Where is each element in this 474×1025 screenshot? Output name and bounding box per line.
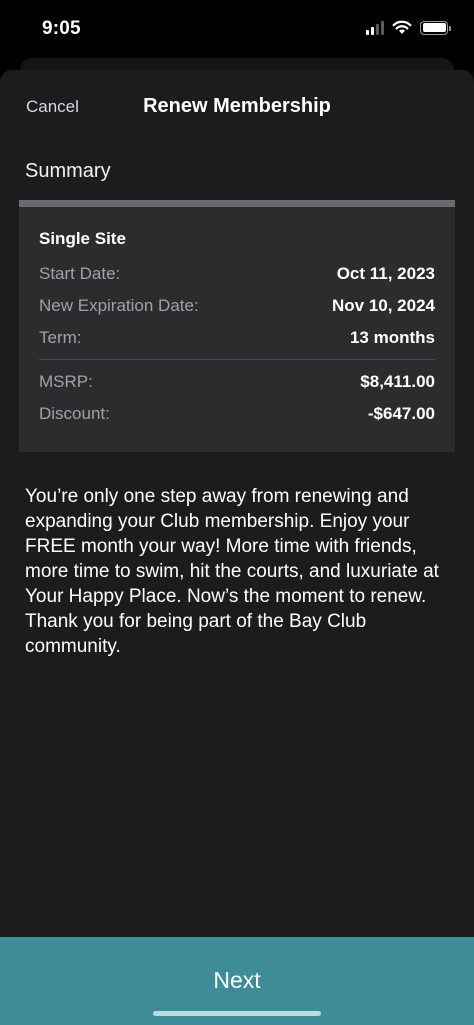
summary-card: Single Site Start Date: Oct 11, 2023 New…	[19, 200, 455, 452]
home-indicator	[153, 1011, 321, 1016]
page-title: Renew Membership	[143, 95, 331, 117]
row-value: Oct 11, 2023	[336, 264, 435, 283]
status-icons	[366, 20, 451, 35]
row-value: -$647.00	[367, 404, 435, 423]
expiration-date-row: New Expiration Date: Nov 10, 2024	[39, 295, 435, 317]
row-label: New Expiration Date:	[39, 296, 199, 315]
nav-header: Cancel Renew Membership	[0, 92, 474, 124]
row-value: Nov 10, 2024	[331, 296, 435, 315]
msrp-row: MSRP: $8,411.00	[39, 371, 435, 393]
row-value: $8,411.00	[360, 372, 435, 391]
row-value: 13 months	[349, 328, 435, 347]
discount-row: Discount: -$647.00	[39, 403, 435, 425]
row-label: Discount:	[39, 404, 110, 423]
start-date-row: Start Date: Oct 11, 2023	[39, 263, 435, 285]
summary-heading: Summary	[25, 160, 111, 182]
row-label: MSRP:	[39, 372, 93, 391]
status-bar: 9:05	[0, 0, 474, 62]
plan-name: Single Site	[39, 229, 126, 248]
card-top-bar	[19, 200, 455, 207]
divider	[39, 359, 435, 360]
next-button-label: Next	[213, 967, 261, 993]
term-row: Term: 13 months	[39, 327, 435, 349]
battery-icon	[420, 20, 451, 35]
renewal-message: You’re only one step away from renewing …	[25, 486, 439, 657]
renew-membership-sheet: Cancel Renew Membership Summary Single S…	[0, 70, 474, 1025]
wifi-icon	[392, 20, 412, 34]
cellular-signal-icon	[366, 20, 384, 35]
status-time: 9:05	[42, 18, 81, 39]
row-label: Term:	[39, 328, 82, 347]
row-label: Start Date:	[39, 264, 121, 283]
